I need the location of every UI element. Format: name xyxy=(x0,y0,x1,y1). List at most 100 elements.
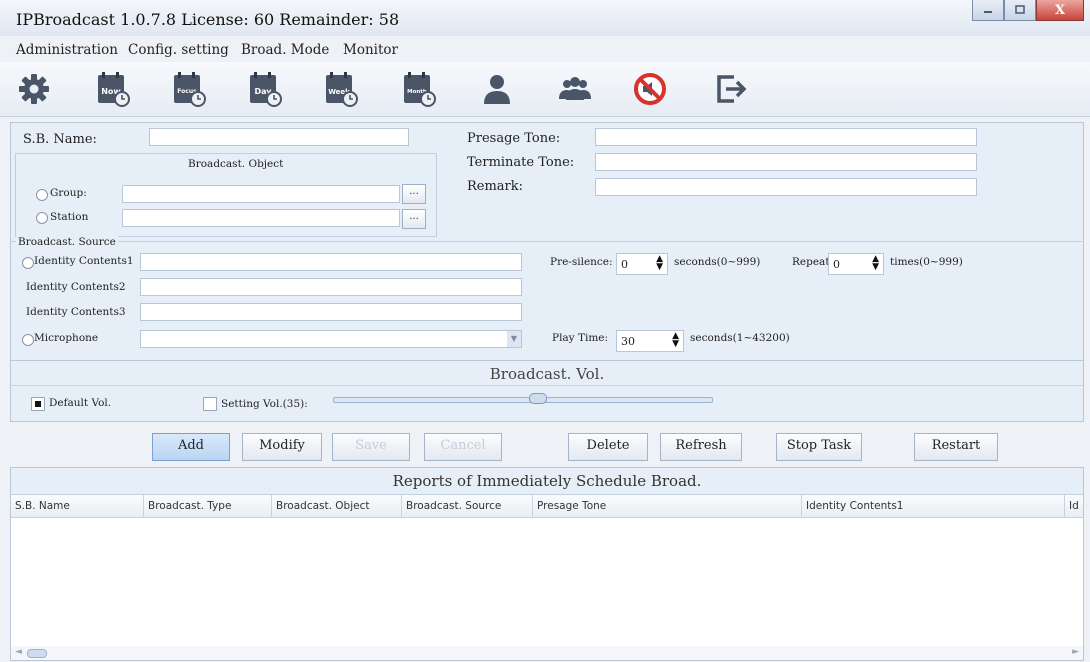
close-button[interactable]: X xyxy=(1036,0,1084,21)
calendar-day-icon: Day xyxy=(250,72,282,107)
menu-config-setting[interactable]: Config. setting xyxy=(128,42,229,58)
broadcast-object-title: Broadcast. Object xyxy=(188,158,284,170)
column-header-presage-tone[interactable]: Presage Tone xyxy=(533,495,802,517)
menu-administration[interactable]: Administration xyxy=(16,42,118,58)
reports-title: Reports of Immediately Schedule Broad. xyxy=(11,468,1083,495)
maximize-button[interactable] xyxy=(1004,0,1036,21)
repeat-value: 0 xyxy=(833,258,840,271)
group-button[interactable] xyxy=(555,69,595,109)
pre-silence-unit: seconds(0~999) xyxy=(674,256,761,268)
presage-tone-input[interactable] xyxy=(595,128,977,146)
scroll-right-icon[interactable]: ► xyxy=(1072,647,1079,657)
identity-contents1-input[interactable] xyxy=(140,253,522,271)
exit-icon xyxy=(717,75,747,103)
group-radio[interactable] xyxy=(36,189,48,201)
app-window: IPBroadcast 1.0.7.8 License: 60 Remainde… xyxy=(0,0,1090,662)
calendar-week-icon: Week xyxy=(326,72,358,107)
gear-icon xyxy=(19,74,49,104)
schedule-form-panel: S.B. Name: Presage Tone: Terminate Tone:… xyxy=(10,122,1084,362)
identity-contents2-label: Identity Contents2 xyxy=(26,281,126,293)
save-button[interactable]: Save xyxy=(332,433,410,461)
identity-contents3-label: Identity Contents3 xyxy=(26,306,126,318)
group-label: Group: xyxy=(50,187,87,199)
repeat-label: Repeat: xyxy=(792,256,834,268)
minimize-icon xyxy=(984,11,992,13)
terminate-tone-label: Terminate Tone: xyxy=(467,155,575,170)
exit-button[interactable] xyxy=(710,69,750,109)
settings-button[interactable] xyxy=(14,69,54,109)
terminate-tone-input[interactable] xyxy=(595,153,977,171)
column-header-broadcast-object[interactable]: Broadcast. Object xyxy=(272,495,402,517)
modify-button[interactable]: Modify xyxy=(242,433,322,461)
window-title: IPBroadcast 1.0.7.8 License: 60 Remainde… xyxy=(16,10,400,29)
stop-task-button[interactable]: Stop Task xyxy=(776,433,862,461)
user-icon xyxy=(484,75,510,104)
group-browse-button[interactable]: ... xyxy=(402,184,426,204)
identity-contents-radio[interactable] xyxy=(22,257,34,269)
station-label: Station xyxy=(50,211,89,223)
calendar-focus-icon: Focus xyxy=(174,72,206,107)
week-broadcast-button[interactable]: Week xyxy=(320,69,360,109)
pre-silence-stepper[interactable]: 0 ▲ ▼ xyxy=(616,253,668,275)
column-header-broadcast-type[interactable]: Broadcast. Type xyxy=(144,495,272,517)
menu-broad-mode[interactable]: Broad. Mode xyxy=(241,42,329,58)
remark-input[interactable] xyxy=(595,178,977,196)
broadcast-source-group: Broadcast. Source Identity Contents1 Ide… xyxy=(10,236,1082,360)
scrollbar-thumb[interactable] xyxy=(27,649,47,658)
calendar-month-icon: Month xyxy=(404,72,436,107)
maximize-icon xyxy=(1015,5,1025,14)
column-header-sb-name[interactable]: S.B. Name xyxy=(11,495,144,517)
month-broadcast-button[interactable]: Month xyxy=(398,69,438,109)
play-time-stepper[interactable]: 30 ▲ ▼ xyxy=(616,330,684,352)
default-vol-checkbox[interactable] xyxy=(31,397,45,411)
horizontal-scrollbar[interactable]: ◄ ► xyxy=(11,646,1083,660)
day-broadcast-button[interactable]: Day xyxy=(244,69,284,109)
user-button[interactable] xyxy=(477,69,517,109)
identity-contents2-input[interactable] xyxy=(140,278,522,296)
column-header-identity-contents1[interactable]: Identity Contents1 xyxy=(802,495,1065,517)
group-icon xyxy=(559,77,591,100)
sb-name-input[interactable] xyxy=(149,128,409,146)
reports-table-body[interactable] xyxy=(11,518,1083,644)
pre-silence-label: Pre-silence: xyxy=(550,256,613,268)
scroll-left-icon[interactable]: ◄ xyxy=(15,647,22,657)
title-bar[interactable]: IPBroadcast 1.0.7.8 License: 60 Remainde… xyxy=(0,0,1090,36)
minimize-button[interactable] xyxy=(972,0,1004,21)
focus-broadcast-button[interactable]: Focus xyxy=(168,69,208,109)
play-time-value: 30 xyxy=(621,335,635,348)
station-browse-button[interactable]: ... xyxy=(402,209,426,229)
cancel-button[interactable]: Cancel xyxy=(424,433,502,461)
microphone-select[interactable]: ▼ xyxy=(140,330,522,348)
volume-slider-handle[interactable] xyxy=(529,393,547,404)
menu-monitor[interactable]: Monitor xyxy=(343,42,398,58)
mute-icon xyxy=(634,73,666,105)
microphone-label: Microphone xyxy=(34,332,99,344)
stepper-arrows-icon[interactable]: ▲ ▼ xyxy=(656,255,663,272)
setting-vol-checkbox[interactable] xyxy=(203,397,217,411)
refresh-button[interactable]: Refresh xyxy=(660,433,742,461)
stepper-arrows-icon[interactable]: ▲ ▼ xyxy=(672,332,679,349)
broadcast-source-title: Broadcast. Source xyxy=(16,236,118,248)
mute-button[interactable] xyxy=(630,69,670,109)
broadcast-object-group: Broadcast. Object Group: ... Station ... xyxy=(15,153,437,237)
delete-button[interactable]: Delete xyxy=(568,433,648,461)
stepper-arrows-icon[interactable]: ▲ ▼ xyxy=(872,255,879,272)
toolbar: Now Focus Day Week Month xyxy=(0,62,1090,117)
repeat-stepper[interactable]: 0 ▲ ▼ xyxy=(828,253,884,275)
now-broadcast-button[interactable]: Now xyxy=(92,69,132,109)
group-input[interactable] xyxy=(122,185,400,203)
microphone-radio[interactable] xyxy=(22,334,34,346)
restart-button[interactable]: Restart xyxy=(914,433,998,461)
station-radio[interactable] xyxy=(36,212,48,224)
identity-contents3-input[interactable] xyxy=(140,303,522,321)
station-input[interactable] xyxy=(122,209,400,227)
setting-vol-label: Setting Vol.(35): xyxy=(221,398,308,410)
column-header-identity-contents2[interactable]: Id xyxy=(1065,495,1083,517)
default-vol-label: Default Vol. xyxy=(49,397,112,409)
volume-slider-track[interactable] xyxy=(333,397,713,403)
identity-contents1-label: Identity Contents1 xyxy=(34,255,134,267)
reports-table-header: S.B. Name Broadcast. Type Broadcast. Obj… xyxy=(11,495,1083,518)
add-button[interactable]: Add xyxy=(152,433,230,461)
column-header-broadcast-source[interactable]: Broadcast. Source xyxy=(402,495,533,517)
remark-label: Remark: xyxy=(467,179,524,194)
